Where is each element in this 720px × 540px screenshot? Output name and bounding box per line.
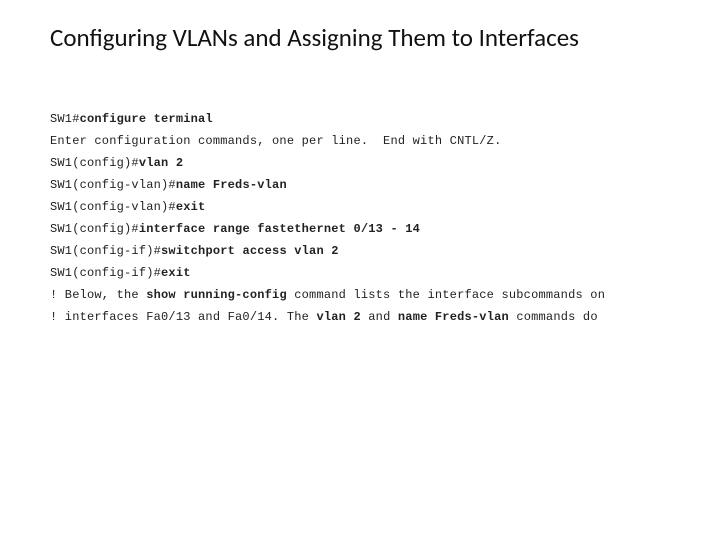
- terminal-line: ! interfaces Fa0/13 and Fa0/14. The vlan…: [50, 311, 680, 323]
- prompt-text: SW1(config-vlan)#: [50, 178, 176, 192]
- prompt-text: commands do: [509, 310, 598, 324]
- prompt-text: and: [361, 310, 398, 324]
- prompt-text: command lists the interface subcommands …: [287, 288, 605, 302]
- command-text: interface range fastethernet 0/13 - 14: [139, 222, 420, 236]
- command-text: show running-config: [146, 288, 287, 302]
- prompt-text: SW1(config)#: [50, 156, 139, 170]
- prompt-text: ! interfaces Fa0/13 and Fa0/14. The: [50, 310, 316, 324]
- command-text: exit: [161, 266, 191, 280]
- command-text: name Freds-vlan: [176, 178, 287, 192]
- terminal-line: Enter configuration commands, one per li…: [50, 135, 680, 147]
- command-text: vlan 2: [139, 156, 183, 170]
- command-text: configure terminal: [80, 112, 213, 126]
- prompt-text: SW1(config-if)#: [50, 244, 161, 258]
- terminal-line: SW1(config-vlan)#name Freds-vlan: [50, 179, 680, 191]
- terminal-line: SW1(config)#vlan 2: [50, 157, 680, 169]
- terminal-line: SW1(config-if)#exit: [50, 267, 680, 279]
- prompt-text: ! Below, the: [50, 288, 146, 302]
- command-text: vlan 2: [316, 310, 360, 324]
- prompt-text: SW1(config-if)#: [50, 266, 161, 280]
- prompt-text: Enter configuration commands, one per li…: [50, 134, 501, 148]
- command-text: exit: [176, 200, 206, 214]
- terminal-line: SW1(config-vlan)#exit: [50, 201, 680, 213]
- prompt-text: SW1(config-vlan)#: [50, 200, 176, 214]
- terminal-line: SW1(config-if)#switchport access vlan 2: [50, 245, 680, 257]
- terminal-output: SW1#configure terminal Enter configuratio…: [50, 113, 680, 323]
- prompt-text: SW1(config)#: [50, 222, 139, 236]
- terminal-line: SW1#configure terminal: [50, 113, 680, 125]
- command-text: switchport access vlan 2: [161, 244, 339, 258]
- prompt-text: SW1#: [50, 112, 80, 126]
- terminal-line: ! Below, the show running-config command…: [50, 289, 680, 301]
- terminal-line: SW1(config)#interface range fastethernet…: [50, 223, 680, 235]
- slide: Configuring VLANs and Assigning Them to …: [0, 0, 720, 540]
- page-title: Configuring VLANs and Assigning Them to …: [50, 22, 680, 53]
- command-text: name Freds-vlan: [398, 310, 509, 324]
